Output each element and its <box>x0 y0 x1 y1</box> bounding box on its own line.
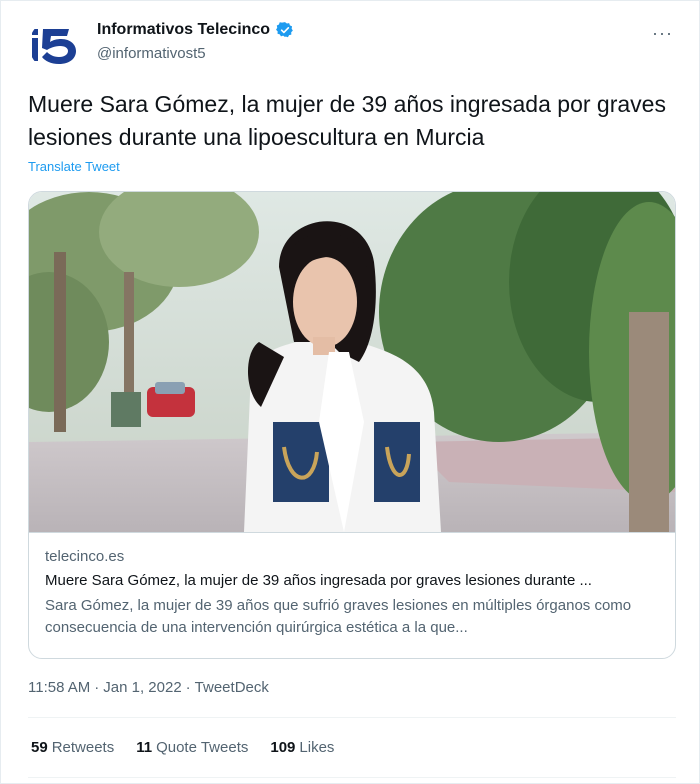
retweets-stat[interactable]: 59 Retweets <box>31 739 114 756</box>
card-description: Sara Gómez, la mujer de 39 años que sufr… <box>45 597 632 636</box>
article-photo[interactable] <box>29 192 675 532</box>
card-title: Muere Sara Gómez, la mujer de 39 años in… <box>45 572 592 589</box>
avatar[interactable] <box>29 19 81 71</box>
likes-label: Likes <box>299 739 335 756</box>
meta-separator: · <box>185 679 191 696</box>
tweet-date[interactable]: Jan 1, 2022 <box>103 679 181 696</box>
quote-tweets-stat[interactable]: 11 Quote Tweets <box>136 739 248 756</box>
translate-tweet-link[interactable]: Translate Tweet <box>28 159 120 174</box>
retweets-count: 59 <box>31 739 48 756</box>
telecinco-logo-icon <box>32 29 76 64</box>
account-handle[interactable]: @informativost5 <box>97 45 206 62</box>
more-options-icon[interactable]: ··· <box>652 23 673 44</box>
display-name[interactable]: Informativos Telecinco <box>97 21 270 39</box>
divider <box>28 777 676 778</box>
author-name-row[interactable]: Informativos Telecinco <box>97 21 294 39</box>
tweet-card: Informativos Telecinco @informativost5 ·… <box>0 0 700 784</box>
tweet-source[interactable]: TweetDeck <box>195 679 269 696</box>
engagement-stats: 59 Retweets 11 Quote Tweets 109 Likes <box>31 739 334 756</box>
verified-badge-icon <box>276 22 293 38</box>
likes-count: 109 <box>270 739 296 756</box>
card-domain: telecinco.es <box>45 548 125 565</box>
quote-tweets-count: 11 <box>136 739 153 756</box>
meta-separator: · <box>94 679 100 696</box>
tweet-metadata: 11:58 AM · Jan 1, 2022 · TweetDeck <box>28 679 269 696</box>
retweets-label: Retweets <box>51 739 115 756</box>
tweet-text: Muere Sara Gómez, la mujer de 39 años in… <box>28 91 666 150</box>
likes-stat[interactable]: 109 Likes <box>270 739 334 756</box>
tweet-time[interactable]: 11:58 AM <box>28 679 90 696</box>
card-info[interactable]: telecinco.es Muere Sara Gómez, la mujer … <box>29 532 675 658</box>
link-preview-card[interactable]: telecinco.es Muere Sara Gómez, la mujer … <box>28 191 676 659</box>
quote-tweets-label: Quote Tweets <box>156 739 249 756</box>
divider <box>28 717 676 718</box>
